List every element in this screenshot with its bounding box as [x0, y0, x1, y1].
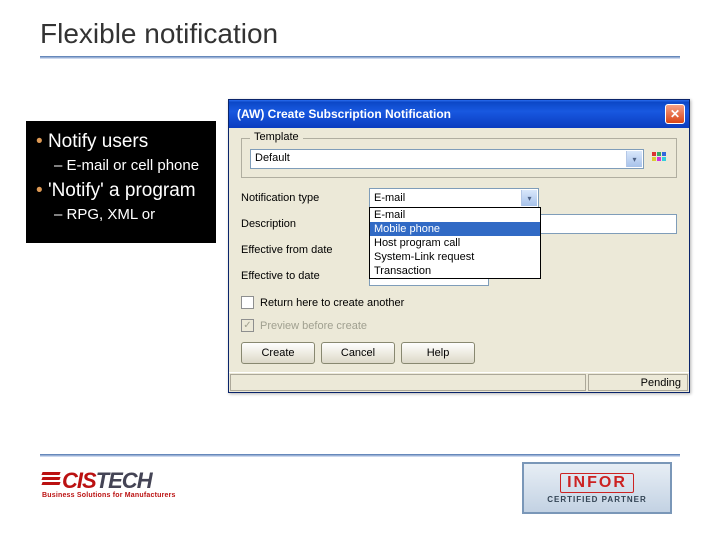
- return-here-row: Return here to create another: [241, 296, 677, 309]
- close-button[interactable]: ✕: [665, 104, 685, 124]
- cistech-bars-icon: [42, 472, 60, 487]
- title-underline: [40, 56, 680, 59]
- return-here-label: Return here to create another: [260, 297, 404, 309]
- close-icon: ✕: [670, 107, 680, 121]
- cancel-button[interactable]: Cancel: [321, 342, 395, 364]
- chevron-down-icon: ▾: [626, 151, 642, 167]
- dropdown-item-email[interactable]: E-mail: [370, 208, 540, 222]
- statusbar: Pending: [229, 372, 689, 392]
- dropdown-item-transaction[interactable]: Transaction: [370, 264, 540, 278]
- chevron-down-icon: ▾: [521, 190, 537, 206]
- dialog-window: (AW) Create Subscription Notification ✕ …: [228, 99, 690, 393]
- infor-logo: INFOR CERTIFIED PARTNER: [522, 462, 672, 514]
- wizard-icon[interactable]: [650, 150, 668, 168]
- slide-title: Flexible notification: [0, 0, 720, 56]
- label-eff-to: Effective to date: [241, 270, 361, 282]
- infor-brand: INFOR: [567, 474, 627, 491]
- notification-type-value: E-mail: [374, 192, 405, 204]
- status-pending: Pending: [588, 374, 688, 391]
- titlebar-text: (AW) Create Subscription Notification: [237, 107, 665, 121]
- label-description: Description: [241, 218, 361, 230]
- cistech-prefix: CIS: [62, 468, 96, 493]
- cistech-suffix: TECH: [96, 468, 152, 493]
- bullet-notify-program: 'Notify' a program: [36, 180, 206, 202]
- return-here-checkbox[interactable]: [241, 296, 254, 309]
- cistech-tagline: Business Solutions for Manufacturers: [42, 492, 222, 499]
- footer-rule: [40, 454, 680, 457]
- infor-cp: CERTIFIED PARTNER: [547, 495, 647, 504]
- template-legend: Template: [250, 131, 303, 143]
- preview-row: ✓ Preview before create: [241, 319, 677, 332]
- button-row: Create Cancel Help: [241, 342, 677, 364]
- dropdown-item-syslink[interactable]: System-Link request: [370, 250, 540, 264]
- bullet-notify-users: Notify users: [36, 131, 206, 153]
- status-left: [230, 374, 586, 391]
- bullet-email-cell: E-mail or cell phone: [54, 157, 206, 174]
- cistech-logo: CISTECH Business Solutions for Manufactu…: [42, 468, 222, 499]
- help-button[interactable]: Help: [401, 342, 475, 364]
- bullet-rpg-xml: RPG, XML or: [54, 206, 206, 223]
- template-fieldset: Template Default ▾: [241, 138, 677, 178]
- window-body: Template Default ▾ Notification type E-m…: [229, 128, 689, 372]
- preview-label: Preview before create: [260, 320, 367, 332]
- form-grid: Notification type E-mail ▾ E-mail Mobile…: [241, 188, 677, 286]
- bullet-box: Notify users E-mail or cell phone 'Notif…: [26, 121, 216, 243]
- create-button[interactable]: Create: [241, 342, 315, 364]
- dropdown-item-host[interactable]: Host program call: [370, 236, 540, 250]
- titlebar[interactable]: (AW) Create Subscription Notification ✕: [229, 100, 689, 128]
- notification-type-dropdown: E-mail Mobile phone Host program call Sy…: [369, 207, 541, 279]
- notification-type-combo[interactable]: E-mail ▾ E-mail Mobile phone Host progra…: [369, 188, 539, 208]
- label-notification-type: Notification type: [241, 192, 361, 204]
- template-value: Default: [255, 152, 290, 164]
- dropdown-item-mobile[interactable]: Mobile phone: [370, 222, 540, 236]
- label-eff-from: Effective from date: [241, 244, 361, 256]
- template-select[interactable]: Default ▾: [250, 149, 644, 169]
- preview-checkbox: ✓: [241, 319, 254, 332]
